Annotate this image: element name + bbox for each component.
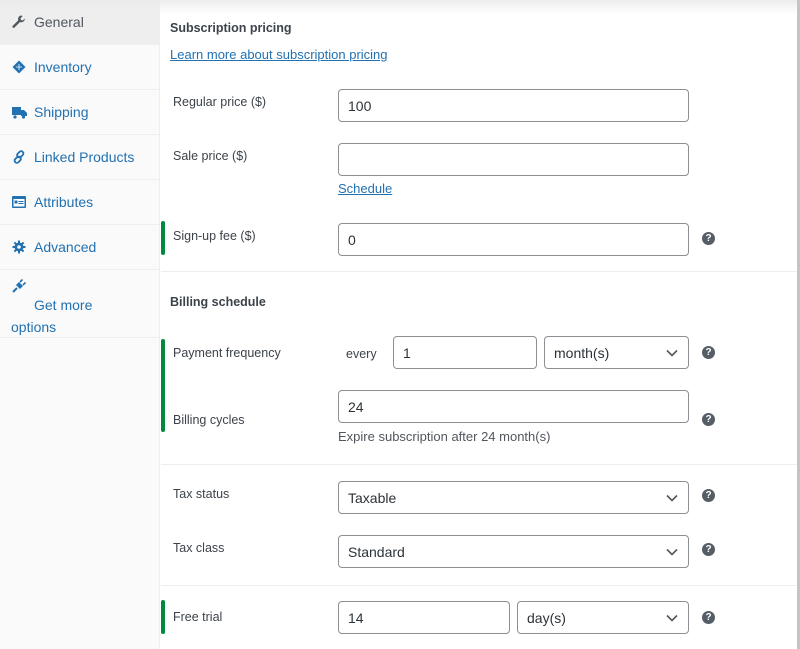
billing-cycles-label: Billing cycles (173, 413, 245, 427)
help-icon[interactable]: ? (702, 346, 715, 359)
free-trial-section: Free trial 14 day(s) ? (161, 586, 797, 649)
billing-cycles-input[interactable]: 24 (338, 390, 689, 423)
input-value: 24 (348, 398, 364, 415)
input-value: 14 (348, 609, 364, 626)
tax-status-select[interactable]: Taxable (338, 481, 689, 514)
select-value: Standard (348, 543, 405, 560)
payment-frequency-label: Payment frequency (173, 346, 281, 360)
billing-period-select[interactable]: month(s) (544, 336, 689, 369)
sale-price-label: Sale price ($) (173, 149, 248, 163)
tab-general[interactable]: General (0, 0, 159, 45)
regular-price-input[interactable]: 100 (338, 89, 689, 122)
help-icon[interactable]: ? (702, 611, 715, 624)
signup-fee-input[interactable]: 0 (338, 223, 689, 256)
select-value: month(s) (554, 344, 610, 361)
tab-get-more-options[interactable]: Get more options (0, 270, 159, 338)
help-icon[interactable]: ? (702, 543, 715, 556)
help-icon[interactable]: ? (702, 489, 715, 502)
learn-more-link[interactable]: Learn more about subscription pricing (170, 47, 388, 62)
chevron-down-icon (665, 491, 679, 505)
tax-class-select[interactable]: Standard (338, 535, 689, 568)
changed-indicator (161, 221, 165, 255)
gear-icon (11, 239, 27, 255)
schedule-link[interactable]: Schedule (338, 181, 392, 196)
list-card-icon (11, 194, 27, 210)
tab-label: Shipping (34, 104, 89, 120)
wrench-icon (11, 14, 27, 30)
tax-class-label: Tax class (173, 541, 225, 555)
billing-interval-input[interactable]: 1 (393, 336, 537, 369)
tab-label: General (34, 14, 84, 30)
sale-price-input[interactable] (338, 143, 689, 176)
tab-advanced[interactable]: Advanced (0, 225, 159, 270)
tax-status-label: Tax status (173, 487, 230, 501)
tab-label: Advanced (34, 239, 97, 255)
truck-icon (11, 104, 27, 120)
tax-section: Tax status Taxable ? Tax class Standard … (161, 465, 797, 586)
signup-fee-label: Sign-up fee ($) (173, 229, 256, 243)
every-label: every (346, 347, 377, 361)
billing-schedule-section: Billing schedule Payment frequency every… (161, 272, 797, 465)
link-icon (11, 149, 27, 165)
regular-price-label: Regular price ($) (173, 95, 267, 109)
subscription-pricing-section: Subscription pricing Learn more about su… (161, 0, 797, 272)
section-title: Billing schedule (170, 295, 266, 309)
tab-shipping[interactable]: Shipping (0, 90, 159, 135)
select-value: day(s) (527, 609, 566, 626)
tab-label: Attributes (34, 194, 94, 210)
tab-inventory[interactable]: Inventory (0, 45, 159, 90)
chevron-down-icon (665, 346, 679, 360)
section-title: Subscription pricing (170, 21, 292, 35)
tab-label: Inventory (34, 59, 92, 75)
changed-indicator (161, 600, 165, 634)
chevron-down-icon (665, 611, 679, 625)
input-value: 100 (348, 97, 372, 114)
tag-icon (11, 59, 27, 75)
input-value: 1 (403, 344, 411, 361)
free-trial-period-select[interactable]: day(s) (517, 601, 689, 634)
select-value: Taxable (348, 489, 397, 506)
changed-indicator (161, 339, 165, 432)
help-icon[interactable]: ? (702, 232, 715, 245)
free-trial-length-input[interactable]: 14 (338, 601, 510, 634)
tab-linked-products[interactable]: Linked Products (0, 135, 159, 180)
tab-attributes[interactable]: Attributes (0, 180, 159, 225)
plug-icon (11, 278, 27, 294)
product-data-tabs: General Inventory Shipping Linked Produc… (0, 0, 160, 649)
free-trial-label: Free trial (173, 610, 223, 624)
tab-label: Get more options (11, 297, 93, 335)
tab-label: Linked Products (34, 149, 135, 165)
chevron-down-icon (665, 545, 679, 559)
general-panel: Subscription pricing Learn more about su… (161, 0, 797, 649)
input-value: 0 (348, 231, 356, 248)
billing-cycles-description: Expire subscription after 24 month(s) (338, 429, 551, 444)
help-icon[interactable]: ? (702, 413, 715, 426)
